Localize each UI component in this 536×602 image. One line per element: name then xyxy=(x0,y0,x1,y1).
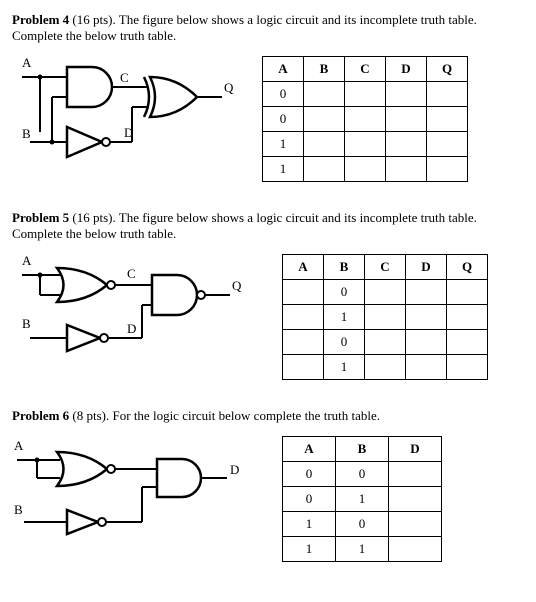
table-cell xyxy=(365,305,406,330)
p6-h-a: A xyxy=(283,437,336,462)
table-cell xyxy=(345,132,386,157)
table-cell xyxy=(386,157,427,182)
table-cell xyxy=(304,157,345,182)
table-cell xyxy=(447,305,488,330)
problem-5-table: A B C D Q 0 1 0 1 xyxy=(282,254,488,380)
p6-h-d: D xyxy=(389,437,442,462)
problem-4: Problem 4 (16 pts). The figure below sho… xyxy=(12,12,524,182)
table-cell xyxy=(365,280,406,305)
table-cell xyxy=(406,330,447,355)
table-cell: 1 xyxy=(324,355,365,380)
table-cell: 1 xyxy=(263,157,304,182)
problem-6: Problem 6 (8 pts). For the logic circuit… xyxy=(12,408,524,562)
p5-h-d: D xyxy=(406,255,447,280)
table-cell xyxy=(389,537,442,562)
label-b: B xyxy=(22,126,31,141)
problem-5-title: Problem 5 xyxy=(12,210,69,225)
p5-h-a: A xyxy=(283,255,324,280)
table-cell xyxy=(283,280,324,305)
problem-4-title: Problem 4 xyxy=(12,12,69,27)
table-cell xyxy=(386,107,427,132)
p6-h-b: B xyxy=(336,437,389,462)
table-cell xyxy=(283,330,324,355)
label-b: B xyxy=(22,316,31,331)
table-cell xyxy=(345,157,386,182)
problem-6-header: Problem 6 (8 pts). For the logic circuit… xyxy=(12,408,524,424)
table-cell xyxy=(283,305,324,330)
table-cell: 1 xyxy=(283,512,336,537)
problem-5: Problem 5 (16 pts). The figure below sho… xyxy=(12,210,524,380)
problem-5-header: Problem 5 (16 pts). The figure below sho… xyxy=(12,210,524,242)
table-cell: 0 xyxy=(324,330,365,355)
problem-5-circuit: A B C D xyxy=(12,250,262,374)
table-cell: 1 xyxy=(283,537,336,562)
problem-5-points: (16 pts). xyxy=(72,210,115,225)
table-cell xyxy=(304,132,345,157)
problem-4-points: (16 pts). xyxy=(72,12,115,27)
label-q: Q xyxy=(232,278,242,293)
table-cell: 1 xyxy=(263,132,304,157)
table-cell xyxy=(427,132,468,157)
label-a: A xyxy=(22,253,32,268)
table-cell: 1 xyxy=(336,537,389,562)
label-q: Q xyxy=(224,80,234,95)
table-cell xyxy=(283,355,324,380)
p4-h-d: D xyxy=(386,57,427,82)
table-cell xyxy=(447,355,488,380)
table-cell xyxy=(304,82,345,107)
p4-h-q: Q xyxy=(427,57,468,82)
p4-h-b: B xyxy=(304,57,345,82)
table-cell: 0 xyxy=(283,462,336,487)
table-cell xyxy=(447,330,488,355)
p5-h-b: B xyxy=(324,255,365,280)
problem-4-circuit: A B C xyxy=(12,52,242,176)
table-cell: 0 xyxy=(283,487,336,512)
table-cell xyxy=(427,82,468,107)
table-cell xyxy=(389,512,442,537)
problem-6-table: A B D 00 01 10 11 xyxy=(282,436,442,562)
table-cell: 0 xyxy=(324,280,365,305)
table-cell xyxy=(427,157,468,182)
label-c: C xyxy=(127,266,136,281)
p4-h-c: C xyxy=(345,57,386,82)
table-cell xyxy=(304,107,345,132)
table-cell xyxy=(386,82,427,107)
table-cell: 1 xyxy=(336,487,389,512)
p5-h-c: C xyxy=(365,255,406,280)
problem-6-title: Problem 6 xyxy=(12,408,69,423)
label-c: C xyxy=(120,70,129,85)
problem-6-prompt: For the logic circuit below complete the… xyxy=(113,408,381,423)
table-cell xyxy=(406,280,447,305)
table-cell xyxy=(406,305,447,330)
problem-6-circuit: A B D xyxy=(12,432,262,546)
table-cell: 1 xyxy=(324,305,365,330)
table-cell xyxy=(447,280,488,305)
problem-4-header: Problem 4 (16 pts). The figure below sho… xyxy=(12,12,524,44)
table-cell xyxy=(386,132,427,157)
table-cell xyxy=(389,487,442,512)
problem-6-points: (8 pts). xyxy=(72,408,109,423)
table-cell: 0 xyxy=(263,107,304,132)
label-d: D xyxy=(127,321,136,336)
table-cell xyxy=(345,82,386,107)
table-cell xyxy=(365,330,406,355)
label-b: B xyxy=(14,502,23,517)
label-a: A xyxy=(14,438,24,453)
table-cell xyxy=(406,355,447,380)
label-a: A xyxy=(22,55,32,70)
p4-h-a: A xyxy=(263,57,304,82)
problem-4-table: A B C D Q 0 0 1 1 xyxy=(262,56,468,182)
p5-h-q: Q xyxy=(447,255,488,280)
table-cell: 0 xyxy=(263,82,304,107)
table-cell xyxy=(345,107,386,132)
table-cell xyxy=(427,107,468,132)
label-d: D xyxy=(230,462,239,477)
table-cell xyxy=(365,355,406,380)
table-cell: 0 xyxy=(336,462,389,487)
table-cell: 0 xyxy=(336,512,389,537)
table-cell xyxy=(389,462,442,487)
